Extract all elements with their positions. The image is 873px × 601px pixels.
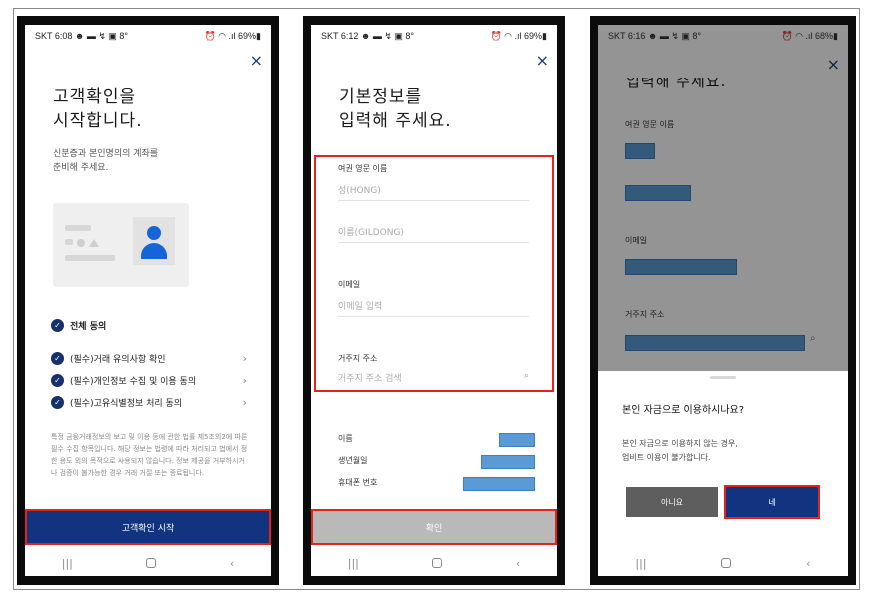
last-name-placeholder: 성(HONG) [338, 186, 381, 196]
no-button[interactable]: 아니요 [626, 487, 718, 517]
close-icon[interactable]: × [250, 53, 263, 69]
start-customer-check-button[interactable]: 고객확인 시작 [25, 509, 271, 545]
redacted-value [499, 433, 535, 447]
first-name-placeholder: 이름(GILDONG) [338, 228, 404, 238]
info-label: 생년월일 [338, 456, 368, 465]
drag-handle[interactable] [710, 376, 736, 379]
screen-customer-check: SKT 6:08 ☻ ▬ ↯ ▣ 8° ⏰ ◠ .ıl 69%▮ × 고객확인을… [25, 25, 271, 576]
yes-button[interactable]: 네 [724, 485, 820, 519]
bottom-sheet: 본인 자금으로 이용하시나요? 본인 자금으로 이용하지 않는 경우, 업비트 … [598, 371, 848, 550]
modal-overlay[interactable] [598, 25, 848, 371]
first-name-input[interactable]: 이름(GILDONG) [338, 225, 529, 243]
close-icon[interactable]: × [536, 53, 549, 69]
page-subtitle: 신분증과 본인명의의 계좌를 준비해 주세요. [53, 149, 159, 173]
page-title: 고객확인을 시작합니다. [53, 87, 143, 131]
id-card-illustration [53, 203, 189, 287]
home-icon[interactable] [432, 558, 443, 568]
agree-all-label: 전체 동의 [70, 321, 107, 332]
agreement-item-1[interactable]: ✓ (필수)거래 유의사항 확인 › [51, 350, 247, 366]
passport-name-label: 여권 영문 이름 [338, 164, 388, 173]
check-circle-icon: ✓ [51, 351, 64, 365]
sheet-title: 본인 자금으로 이용하시나요? [622, 405, 745, 416]
status-bar: SKT 6:08 ☻ ▬ ↯ ▣ 8° ⏰ ◠ .ıl 69%▮ [25, 25, 271, 47]
agreement-label: (필수)거래 유의사항 확인 [70, 354, 166, 365]
agreement-label: (필수)고유식별정보 처리 동의 [70, 398, 183, 409]
page-title: 기본정보를 입력해 주세요. [339, 87, 452, 131]
address-placeholder: 거주지 주소 검색 [338, 374, 402, 384]
home-icon[interactable] [721, 558, 732, 568]
email-placeholder: 이메일 입력 [338, 302, 383, 312]
chevron-right-icon[interactable]: › [243, 396, 247, 409]
person-icon [133, 217, 175, 265]
last-name-input[interactable]: 성(HONG) [338, 183, 529, 201]
agree-all-checkbox[interactable]: ✓ 전체 동의 [51, 317, 247, 333]
status-time: SKT 6:08 ☻ ▬ ↯ ▣ 8° [35, 30, 128, 41]
confirm-button[interactable]: 확인 [311, 509, 557, 545]
back-icon[interactable]: ‹ [230, 557, 234, 570]
check-circle-icon: ✓ [51, 395, 64, 409]
status-icons: ⏰ ◠ .ıl 69%▮ [204, 30, 261, 41]
status-icons: ⏰ ◠ .ıl 69%▮ [490, 30, 547, 41]
recent-apps-icon[interactable]: ||| [348, 557, 359, 570]
back-icon[interactable]: ‹ [806, 557, 810, 570]
redacted-value [481, 455, 535, 469]
agreement-item-2[interactable]: ✓ (필수)개인정보 수집 및 이용 동의 › [51, 372, 247, 388]
phone-frame-customer-check: SKT 6:08 ☻ ▬ ↯ ▣ 8° ⏰ ◠ .ıl 69%▮ × 고객확인을… [17, 16, 279, 585]
search-icon[interactable]: ⌕ [524, 371, 529, 383]
address-search-input[interactable]: 거주지 주소 검색 ⌕ [338, 371, 529, 389]
info-row-phone: 휴대폰 번호 [338, 477, 535, 491]
recent-apps-icon[interactable]: ||| [62, 557, 73, 570]
home-icon[interactable] [146, 558, 157, 568]
email-input[interactable]: 이메일 입력 [338, 299, 529, 317]
android-nav-bar: ||| ‹ [598, 550, 848, 576]
screen-own-funds: SKT 6:16 ☻ ▬ ↯ ▣ 8° ⏰ ◠ .ıl 68%▮ × 입력해 주… [598, 25, 848, 576]
phone-frame-own-funds: SKT 6:16 ☻ ▬ ↯ ▣ 8° ⏰ ◠ .ıl 68%▮ × 입력해 주… [590, 16, 856, 585]
status-bar: SKT 6:12 ☻ ▬ ↯ ▣ 8° ⏰ ◠ .ıl 69%▮ [311, 25, 557, 47]
info-label: 휴대폰 번호 [338, 478, 378, 487]
info-row-name: 이름 [338, 433, 535, 447]
android-nav-bar: ||| ‹ [311, 550, 557, 576]
phone-frame-basic-info: SKT 6:12 ☻ ▬ ↯ ▣ 8° ⏰ ◠ .ıl 69%▮ × 기본정보를… [303, 16, 565, 585]
check-circle-icon: ✓ [51, 373, 64, 387]
sheet-body: 본인 자금으로 이용하지 않는 경우, 업비트 이용이 불가합니다. [622, 439, 738, 462]
legal-notice: 특정 금융거래정보의 보고 및 이용 등에 관한 법률 제5조의2에 따른 필수… [51, 433, 248, 477]
agreement-label: (필수)개인정보 수집 및 이용 동의 [70, 376, 197, 387]
info-label: 이름 [338, 434, 353, 443]
address-label: 거주지 주소 [338, 354, 378, 363]
chevron-right-icon[interactable]: › [243, 352, 247, 365]
email-label: 이메일 [338, 280, 361, 289]
chevron-right-icon[interactable]: › [243, 374, 247, 387]
check-circle-icon: ✓ [51, 318, 64, 332]
recent-apps-icon[interactable]: ||| [635, 557, 646, 570]
circle-shape [65, 239, 73, 245]
agreement-item-3[interactable]: ✓ (필수)고유식별정보 처리 동의 › [51, 394, 247, 410]
screen-basic-info: SKT 6:12 ☻ ▬ ↯ ▣ 8° ⏰ ◠ .ıl 69%▮ × 기본정보를… [311, 25, 557, 576]
status-time: SKT 6:12 ☻ ▬ ↯ ▣ 8° [321, 30, 414, 41]
back-icon[interactable]: ‹ [516, 557, 520, 570]
info-row-birthdate: 생년월일 [338, 455, 535, 469]
android-nav-bar: ||| ‹ [25, 550, 271, 576]
redacted-value [463, 477, 535, 491]
